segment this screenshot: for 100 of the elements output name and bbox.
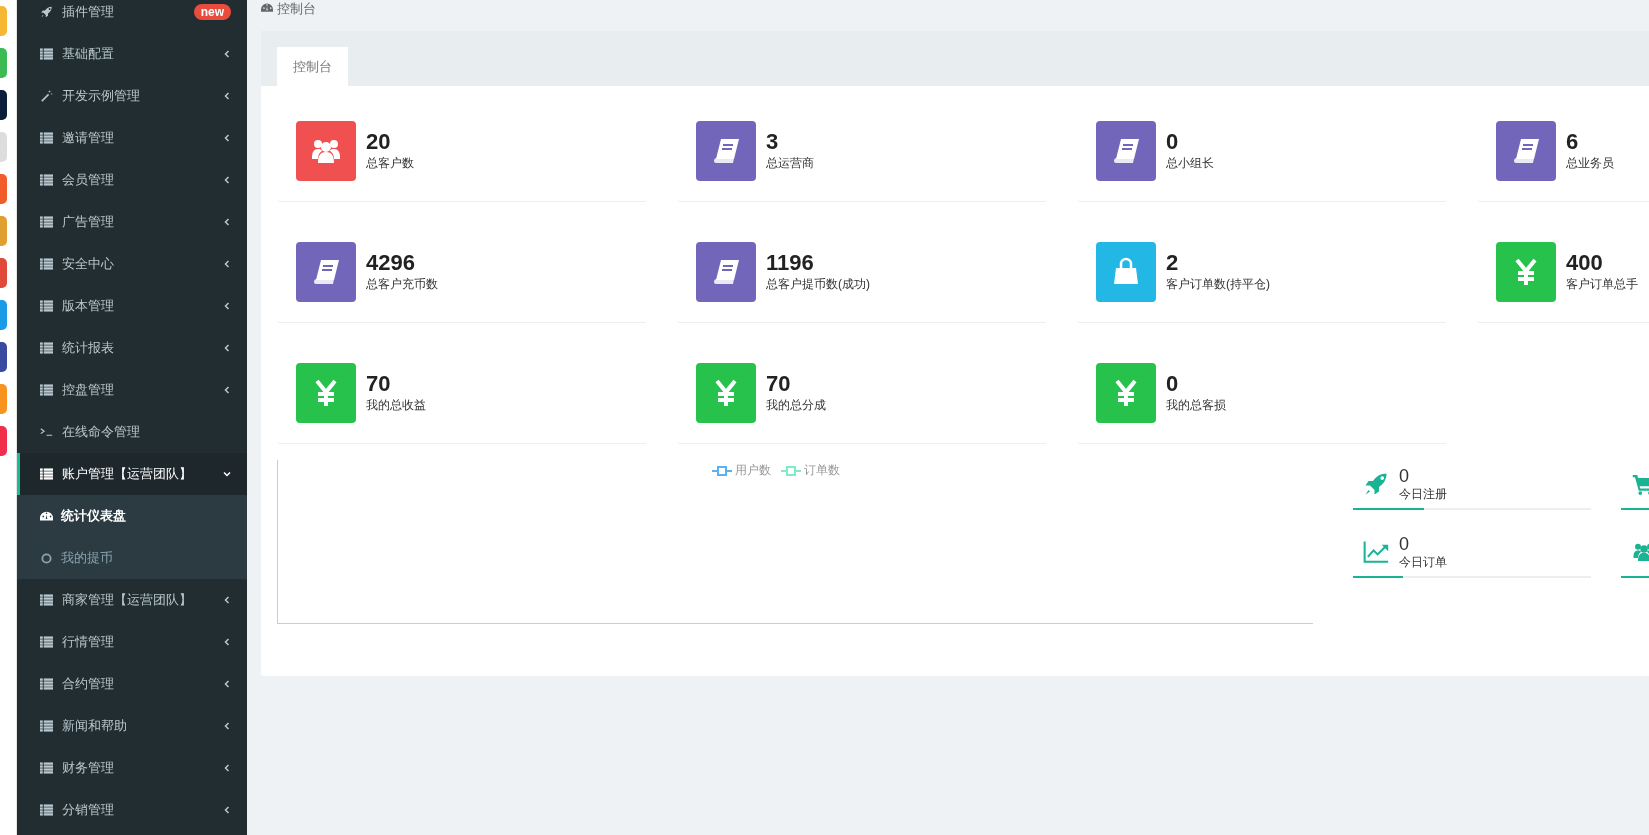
- menu-item[interactable]: 新闻和帮助: [17, 705, 247, 747]
- list-icon: [40, 720, 53, 732]
- menu-label: 统计报表: [62, 339, 115, 357]
- stat-label: 客户订单总手: [1566, 276, 1638, 293]
- gauge-icon: [40, 510, 53, 522]
- menu-item[interactable]: 安全中心: [17, 243, 247, 285]
- stat-label: 客户订单数(持平仓): [1166, 276, 1270, 293]
- menu-label: 开发示例管理: [62, 87, 141, 105]
- today-value: 0: [1399, 465, 1410, 486]
- stat-value: 0: [1166, 371, 1180, 397]
- menu-item[interactable]: 广告管理: [17, 201, 247, 243]
- stat-value: 70: [366, 371, 392, 397]
- list-icon: [40, 216, 53, 228]
- menu-item[interactable]: 合约管理: [17, 663, 247, 705]
- menu-label: 邀请管理: [62, 129, 115, 147]
- menu-item[interactable]: 财务管理: [17, 747, 247, 789]
- list-icon: [40, 636, 53, 648]
- menu-label: 安全中心: [62, 255, 115, 273]
- tab[interactable]: 控制台: [277, 47, 348, 86]
- menu-item[interactable]: 开发示例管理: [17, 75, 247, 117]
- new-badge: new: [193, 4, 231, 20]
- menu-item[interactable]: 控盘管理: [17, 369, 247, 411]
- stat-value: 1196: [766, 250, 815, 276]
- menu-label: 新闻和帮助: [62, 717, 128, 735]
- chevron-left-icon: [223, 218, 231, 226]
- stat-value: 70: [766, 371, 792, 397]
- list-icon: [40, 174, 53, 186]
- chevron-left-icon: [223, 344, 231, 352]
- stat-label: 我的总分成: [766, 397, 826, 414]
- menu-label: 商家管理【运营团队】: [62, 591, 193, 609]
- line-chart-icon: [1363, 540, 1389, 564]
- stat-value: 4296: [366, 250, 416, 276]
- menu-label: 分销管理: [62, 801, 115, 819]
- stat-value: 3: [766, 129, 780, 155]
- menu-label: 财务管理: [62, 759, 115, 777]
- menu-label: 控盘管理: [62, 381, 115, 399]
- today-value: 0: [1399, 533, 1410, 554]
- list-icon: [40, 342, 53, 354]
- menu-label: 基础配置: [62, 45, 115, 63]
- rocket-icon: [1363, 472, 1389, 496]
- menu-item[interactable]: 账户管理【运营团队】: [17, 453, 247, 495]
- stat-label: 总运营商: [766, 155, 814, 172]
- menu-label: 行情管理: [62, 633, 115, 651]
- rocket-icon: [40, 6, 53, 18]
- stat-value: 2: [1166, 250, 1180, 276]
- legend-label: 用户数: [734, 462, 771, 479]
- stat-label: 总客户充币数: [366, 276, 438, 293]
- menu-label: 版本管理: [62, 297, 115, 315]
- list-icon: [40, 678, 53, 690]
- today-label: 今日注册: [1399, 485, 1447, 503]
- list-icon: [40, 384, 53, 396]
- gauge-icon: [261, 3, 273, 13]
- chevron-left-icon: [223, 806, 231, 814]
- menu-item[interactable]: 基础配置: [17, 33, 247, 75]
- list-icon: [40, 762, 53, 774]
- list-icon: [40, 48, 53, 60]
- list-icon: [40, 258, 53, 270]
- stat-label: 总业务员: [1566, 155, 1614, 172]
- menu-item[interactable]: 统计报表: [17, 327, 247, 369]
- chevron-left-icon: [223, 722, 231, 730]
- menu-item[interactable]: 行情管理: [17, 621, 247, 663]
- list-icon: [40, 132, 53, 144]
- menu-item[interactable]: 插件管理 new: [17, 0, 247, 33]
- menu-item[interactable]: 邀请管理: [17, 117, 247, 159]
- circle-icon: [40, 552, 53, 564]
- magic-wand-icon: [40, 90, 53, 102]
- chevron-left-icon: [223, 50, 231, 58]
- stat-value: 20: [366, 129, 392, 155]
- menu-label: 合约管理: [62, 675, 115, 693]
- chevron-left-icon: [223, 260, 231, 268]
- menu-item[interactable]: 版本管理: [17, 285, 247, 327]
- chevron-down-icon: [223, 470, 231, 478]
- chevron-left-icon: [223, 134, 231, 142]
- list-icon: [40, 594, 53, 606]
- legend-label: 订单数: [803, 462, 840, 479]
- stat-label: 总客户提币数(成功): [766, 276, 870, 293]
- chevron-left-icon: [223, 176, 231, 184]
- menu-label: 广告管理: [62, 213, 115, 231]
- menu-item[interactable]: 分销管理: [17, 789, 247, 831]
- app-icon[interactable]: [0, 90, 7, 120]
- stat-value: 0: [1166, 129, 1180, 155]
- stat-value: 400: [1566, 250, 1604, 276]
- breadcrumb: 控制台: [277, 0, 316, 18]
- menu-item[interactable]: 会员管理: [17, 159, 247, 201]
- terminal-icon: [40, 426, 53, 438]
- menu-item[interactable]: 在线命令管理: [17, 411, 247, 453]
- today-label: 今日订单: [1399, 553, 1447, 571]
- submenu-label: 我的提币: [61, 549, 113, 567]
- stat-value: 6: [1566, 129, 1580, 155]
- list-icon: [40, 468, 53, 480]
- chevron-left-icon: [223, 596, 231, 604]
- submenu-item[interactable]: 我的提币: [17, 537, 247, 579]
- stat-label: 总小组长: [1166, 155, 1214, 172]
- app-icon[interactable]: [0, 342, 7, 372]
- chevron-left-icon: [223, 680, 231, 688]
- menu-label: 插件管理: [62, 3, 115, 21]
- chevron-left-icon: [223, 92, 231, 100]
- menu-label: 账户管理【运营团队】: [62, 465, 193, 483]
- menu-item[interactable]: 商家管理【运营团队】: [17, 579, 247, 621]
- submenu-item[interactable]: 统计仪表盘: [17, 495, 247, 537]
